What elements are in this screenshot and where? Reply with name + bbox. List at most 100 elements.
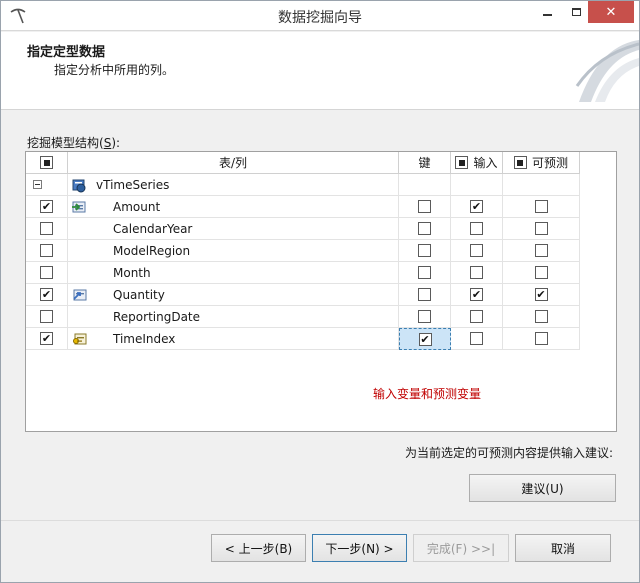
table-row-input-cell bbox=[451, 174, 503, 196]
column-name: TimeIndex bbox=[113, 331, 176, 346]
row-input-cell: ✔ bbox=[451, 284, 503, 306]
column-name: Amount bbox=[113, 199, 161, 214]
input-all-checkbox[interactable] bbox=[455, 156, 469, 169]
predictable-all-checkbox[interactable] bbox=[513, 156, 527, 169]
row-key-cell: ✔ bbox=[399, 328, 451, 350]
input-checkbox[interactable] bbox=[470, 310, 483, 323]
predictable-checkbox[interactable] bbox=[534, 310, 548, 323]
predictable-checkbox[interactable] bbox=[534, 266, 548, 279]
predictable-checkbox[interactable] bbox=[534, 222, 548, 235]
predictable-checkbox[interactable]: ✔ bbox=[534, 288, 548, 301]
footer-divider bbox=[1, 520, 639, 521]
row-select-checkbox[interactable] bbox=[40, 310, 53, 323]
row-predictable-cell: ✔ bbox=[503, 284, 580, 306]
row-key-cell bbox=[399, 240, 451, 262]
row-input-cell bbox=[451, 218, 503, 240]
row-name-cell: Amount bbox=[68, 196, 399, 218]
predictable-checkbox[interactable] bbox=[534, 332, 548, 345]
input-checkbox[interactable] bbox=[470, 332, 483, 345]
row-select-checkbox[interactable]: ✔ bbox=[40, 332, 53, 345]
table-row: ModelRegion bbox=[26, 240, 580, 262]
predict-column-icon bbox=[73, 289, 87, 301]
input-checkbox[interactable]: ✔ bbox=[470, 288, 483, 301]
header-table-column: 表/列 bbox=[68, 152, 399, 174]
row-select-cell bbox=[26, 262, 68, 284]
page-subtitle: 指定分析中所用的列。 bbox=[54, 63, 175, 77]
table-row: ReportingDate bbox=[26, 306, 580, 328]
row-input-cell bbox=[451, 306, 503, 328]
header-predictable-label: 可预测 bbox=[531, 156, 568, 170]
header-predictable: 可预测 bbox=[503, 152, 580, 174]
table-row: ✔ Quantity ✔ ✔ bbox=[26, 284, 580, 306]
mining-structure-label: 挖掘模型结构(S): bbox=[27, 134, 120, 151]
row-select-cell: ✔ bbox=[26, 284, 68, 306]
row-name-cell: Month bbox=[68, 262, 399, 284]
header-table-column-label: 表/列 bbox=[218, 156, 248, 170]
title-bar: 数据挖掘向导 ✕ bbox=[1, 1, 639, 31]
input-checkbox[interactable] bbox=[470, 266, 483, 279]
header-input-label: 输入 bbox=[473, 156, 498, 170]
table-row-key-cell bbox=[399, 174, 451, 196]
row-select-cell: ✔ bbox=[26, 328, 68, 350]
input-checkbox[interactable]: ✔ bbox=[470, 200, 483, 213]
mining-structure-grid: 表/列 键 输入 可预测 vTimeSeries ✔ Amount ✔ Cale… bbox=[25, 151, 617, 432]
row-select-checkbox[interactable]: ✔ bbox=[40, 288, 53, 301]
minimize-button[interactable] bbox=[532, 1, 562, 23]
key-checkbox[interactable] bbox=[418, 288, 431, 301]
row-key-cell bbox=[399, 262, 451, 284]
input-checkbox[interactable] bbox=[470, 222, 483, 235]
row-name-cell: CalendarYear bbox=[68, 218, 399, 240]
row-predictable-cell bbox=[503, 240, 580, 262]
section-label-prefix: 挖掘模型结构( bbox=[27, 136, 104, 150]
close-button[interactable]: ✕ bbox=[588, 1, 634, 23]
row-select-checkbox[interactable]: ✔ bbox=[40, 200, 53, 213]
column-name: ModelRegion bbox=[113, 243, 191, 258]
key-checkbox[interactable] bbox=[418, 310, 431, 323]
finish-button[interactable]: 完成(F) >>| bbox=[413, 534, 509, 562]
row-select-cell: ✔ bbox=[26, 196, 68, 218]
row-select-checkbox[interactable] bbox=[40, 266, 53, 279]
row-select-checkbox[interactable] bbox=[40, 244, 53, 257]
key-checkbox[interactable] bbox=[418, 266, 431, 279]
header-key-label: 键 bbox=[418, 156, 431, 170]
column-name: CalendarYear bbox=[113, 221, 193, 236]
cancel-button[interactable]: 取消 bbox=[515, 534, 611, 562]
column-name: Month bbox=[113, 265, 151, 280]
predictable-checkbox[interactable] bbox=[534, 200, 548, 213]
key-checkbox[interactable] bbox=[418, 222, 431, 235]
row-input-cell: ✔ bbox=[451, 196, 503, 218]
row-name-cell: ReportingDate bbox=[68, 306, 399, 328]
table-name: vTimeSeries bbox=[96, 177, 170, 192]
select-all-checkbox[interactable] bbox=[40, 156, 53, 169]
row-input-cell bbox=[451, 240, 503, 262]
row-predictable-cell bbox=[503, 196, 580, 218]
predictable-checkbox[interactable] bbox=[534, 244, 548, 257]
row-key-cell bbox=[399, 218, 451, 240]
suggest-hint: 为当前选定的可预测内容提供输入建议: bbox=[405, 446, 614, 460]
row-predictable-cell bbox=[503, 328, 580, 350]
row-select-checkbox[interactable] bbox=[40, 222, 53, 235]
header-input: 输入 bbox=[451, 152, 503, 174]
input-predict-note: 输入变量和预测变量 bbox=[373, 387, 482, 401]
wizard-banner-graphic bbox=[575, 40, 639, 102]
header-select-all-cell bbox=[26, 152, 68, 174]
table-row: ✔ TimeIndex ✔ bbox=[26, 328, 580, 350]
key-checkbox[interactable]: ✔ bbox=[418, 332, 432, 346]
table-row: Month bbox=[26, 262, 580, 284]
input-checkbox[interactable] bbox=[470, 244, 483, 257]
maximize-button[interactable] bbox=[561, 1, 591, 23]
input-column-icon bbox=[72, 201, 86, 213]
row-name-cell: Quantity bbox=[68, 284, 399, 306]
key-checkbox[interactable] bbox=[418, 200, 431, 213]
next-button[interactable]: 下一步(N) > bbox=[312, 534, 407, 562]
suggest-button[interactable]: 建议(U) bbox=[469, 474, 616, 502]
key-checkbox[interactable] bbox=[418, 244, 431, 257]
table-row: ✔ Amount ✔ bbox=[26, 196, 580, 218]
maximize-icon bbox=[571, 8, 581, 16]
row-input-cell bbox=[451, 262, 503, 284]
back-button[interactable]: < 上一步(B) bbox=[211, 534, 306, 562]
data-mining-wizard-window: 数据挖掘向导 ✕ 指定定型数据 指定分析中所用的列。 挖掘模型结构(S): 表/… bbox=[0, 0, 640, 583]
row-input-cell bbox=[451, 328, 503, 350]
row-select-cell bbox=[26, 218, 68, 240]
collapse-icon[interactable] bbox=[33, 180, 42, 189]
